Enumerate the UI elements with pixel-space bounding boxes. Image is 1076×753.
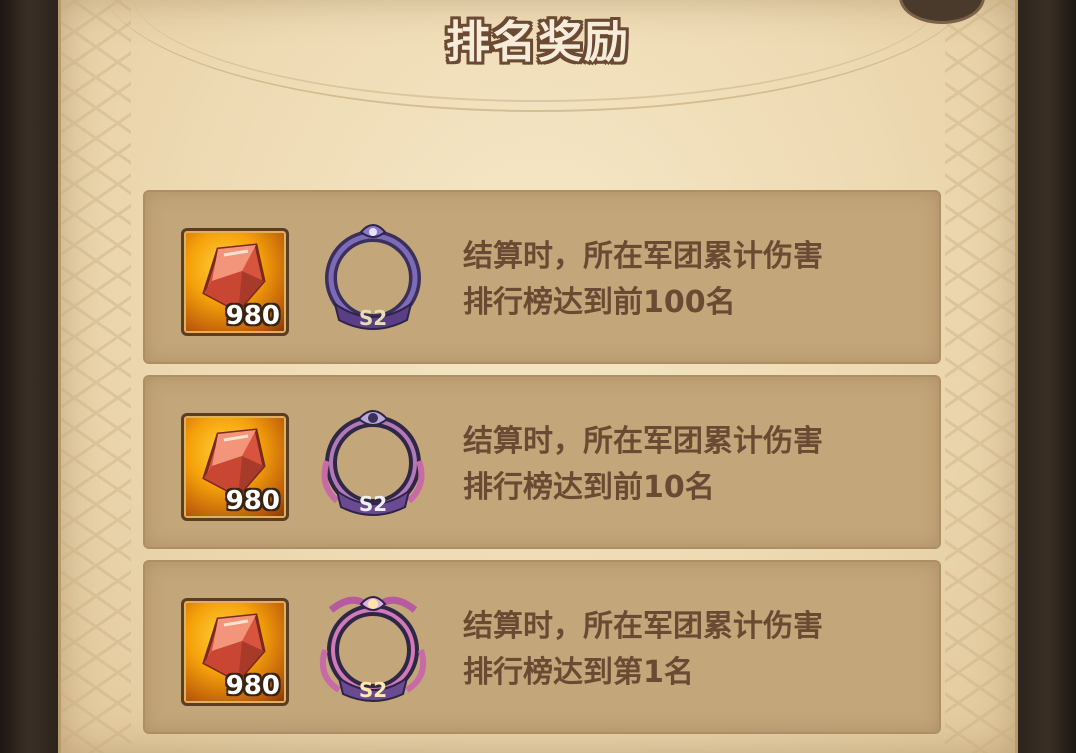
- frame-season-label: S2: [359, 678, 387, 702]
- reward-row: 980 S2 结算时，所在军团累计伤害 排行榜达到前10名: [143, 375, 941, 549]
- reward-row: 980 S2 结算时，所在军团累计伤害 排行榜达到第1名: [143, 560, 941, 734]
- reward-description: 结算时，所在军团累计伤害 排行榜达到第1名: [463, 604, 823, 696]
- desc-line-2: 排行榜达到第1名: [463, 655, 694, 690]
- avatar-frame-icon[interactable]: S2: [317, 220, 429, 338]
- avatar-frame-icon[interactable]: S2: [317, 405, 429, 523]
- reward-description: 结算时，所在军团累计伤害 排行榜达到前10名: [463, 419, 823, 511]
- desc-line-1: 结算时，所在军团累计伤害: [463, 424, 823, 459]
- frame-season-label: S2: [359, 492, 387, 516]
- item-count: 980: [225, 486, 280, 516]
- panel-pattern-left: [61, 0, 131, 753]
- reward-item[interactable]: 980: [181, 598, 289, 706]
- reward-item[interactable]: 980: [181, 228, 289, 336]
- reward-item[interactable]: 980: [181, 413, 289, 521]
- frame-right-border: [1014, 0, 1076, 753]
- avatar-frame-icon[interactable]: S2: [317, 590, 429, 708]
- page-title: 排名奖励: [446, 17, 630, 68]
- reward-description: 结算时，所在军团累计伤害 排行榜达到前100名: [463, 234, 823, 326]
- frame-season-label: S2: [359, 306, 387, 330]
- desc-line-2: 排行榜达到前10名: [463, 470, 715, 505]
- panel-pattern-right: [945, 0, 1015, 753]
- desc-line-2: 排行榜达到前100名: [463, 285, 736, 320]
- frame-left-border: [0, 0, 62, 753]
- desc-line-1: 结算时，所在军团累计伤害: [463, 239, 823, 274]
- desc-line-1: 结算时，所在军团累计伤害: [463, 609, 823, 644]
- item-count: 980: [225, 671, 280, 701]
- item-count: 980: [225, 301, 280, 331]
- reward-row: 980 S2 结算时，所在军团累计伤害 排行榜达到前100名: [143, 190, 941, 364]
